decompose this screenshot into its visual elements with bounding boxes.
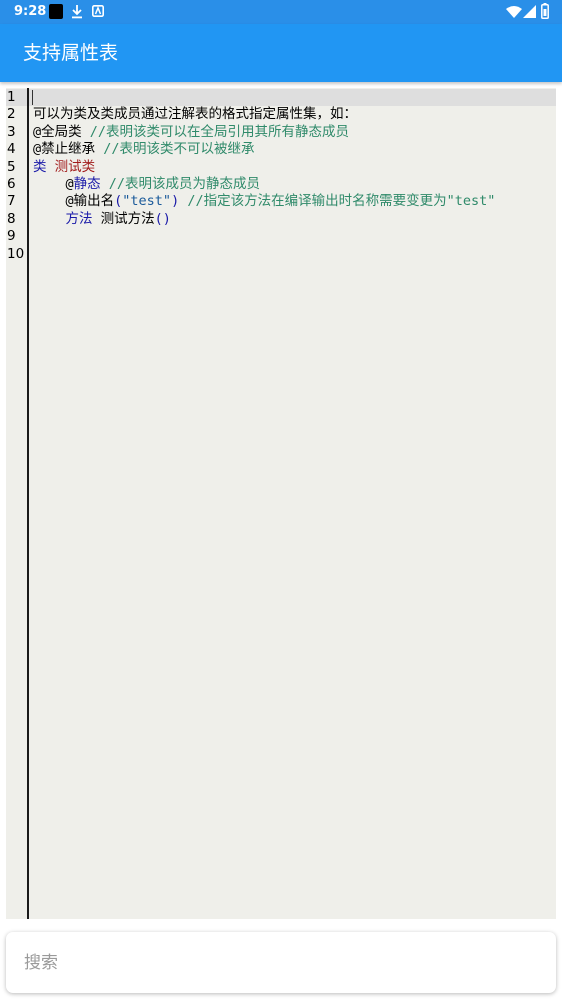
line-number: 1	[7, 89, 16, 105]
code-token-plain: 可以为类及类成员通过注解表的格式指定属性集，如：	[33, 106, 357, 123]
code-line: 3 @全局类 //表明该类可以在全局引用其所有静态成员	[6, 124, 556, 141]
code-line: 7 @输出名("test") //指定该方法在编译输出时名称需要变更为"test…	[6, 193, 556, 210]
code-token-comment: //表明该成员为静态成员	[108, 175, 261, 192]
line-number: 9	[7, 228, 16, 245]
code-line: 5类 测试类	[6, 159, 556, 176]
code-editor[interactable]: 1 2 可以为类及类成员通过注解表的格式指定属性集，如： 3 @全局类 //表明该类可以…	[6, 88, 556, 919]
line-number: 10	[7, 245, 25, 262]
code-token-plain: @禁止继承	[33, 141, 104, 158]
search-input[interactable]	[6, 932, 556, 993]
line-number: 4	[7, 141, 16, 158]
line-number: 6	[7, 175, 16, 192]
status-bar: 9:28	[0, 0, 562, 24]
line-code: 方法 测试方法()	[33, 211, 171, 228]
code-token-plain: @输出名	[33, 193, 115, 210]
code-line: 8 方法 测试方法()	[6, 211, 556, 228]
line-code: 类 测试类	[33, 159, 95, 176]
code-token-comment: //指定该方法在编译输出时名称需要变更为"test"	[187, 193, 496, 210]
code-token-keyword: ()	[154, 210, 171, 227]
search-bar[interactable]	[6, 932, 556, 993]
code-token-plain: @全局类	[33, 123, 90, 140]
page-title: 支持属性表	[23, 42, 119, 64]
code-line: 6 @静态 //表明该成员为静态成员	[6, 176, 556, 193]
line-number: 8	[7, 210, 16, 227]
app-bar: 支持属性表	[0, 24, 562, 82]
code-token-keyword: 类	[33, 158, 47, 175]
app-screen: 9:28 支持属性表 1 2 可以为类及类成员通过注解表的格式指定属性集，如： 3 @全…	[0, 0, 562, 999]
line-code: @全局类 //表明该类可以在全局引用其所有静态成员	[33, 124, 349, 141]
battery-icon	[541, 3, 549, 19]
code-token-plain: 测试方法	[92, 210, 155, 227]
line-code: 可以为类及类成员通过注解表的格式指定属性集，如：	[33, 106, 357, 123]
code-token-keyword: 方法	[65, 210, 93, 227]
signal-icon	[523, 5, 536, 18]
line-code: @静态 //表明该成员为静态成员	[33, 175, 261, 193]
accessibility-icon	[92, 5, 104, 17]
line-code: @输出名("test") //指定该方法在编译输出时名称需要变更为"test"	[33, 193, 496, 210]
code-lines: 1 2 可以为类及类成员通过注解表的格式指定属性集，如： 3 @全局类 //表明该类可以…	[6, 89, 556, 263]
line-number: 5	[7, 158, 16, 175]
code-line: 1	[6, 89, 556, 106]
black-square-icon	[49, 4, 63, 19]
code-line: 4 @禁止继承 //表明该类不可以被继承	[6, 141, 556, 158]
code-token-keyword: 静态	[73, 175, 101, 192]
line-number: 3	[7, 123, 16, 140]
code-line: 9	[6, 228, 556, 245]
status-time: 9:28	[14, 4, 47, 19]
code-token-comment: //表明该类可以在全局引用其所有静态成员	[89, 123, 350, 140]
code-token-string: "test"	[122, 193, 172, 210]
code-line: 10	[6, 246, 556, 263]
line-number: 2	[7, 106, 16, 123]
code-token-class: 测试类	[54, 158, 96, 175]
code-token-comment: //表明该类不可以被继承	[103, 141, 255, 158]
code-line: 2 可以为类及类成员通过注解表的格式指定属性集，如：	[6, 106, 556, 123]
download-icon	[71, 4, 83, 19]
wifi-icon	[506, 5, 522, 18]
line-number: 7	[7, 193, 16, 210]
line-code: @禁止继承 //表明该类不可以被继承	[33, 141, 255, 158]
code-token-keyword: )	[171, 193, 180, 210]
code-token-plain: @	[33, 175, 74, 192]
